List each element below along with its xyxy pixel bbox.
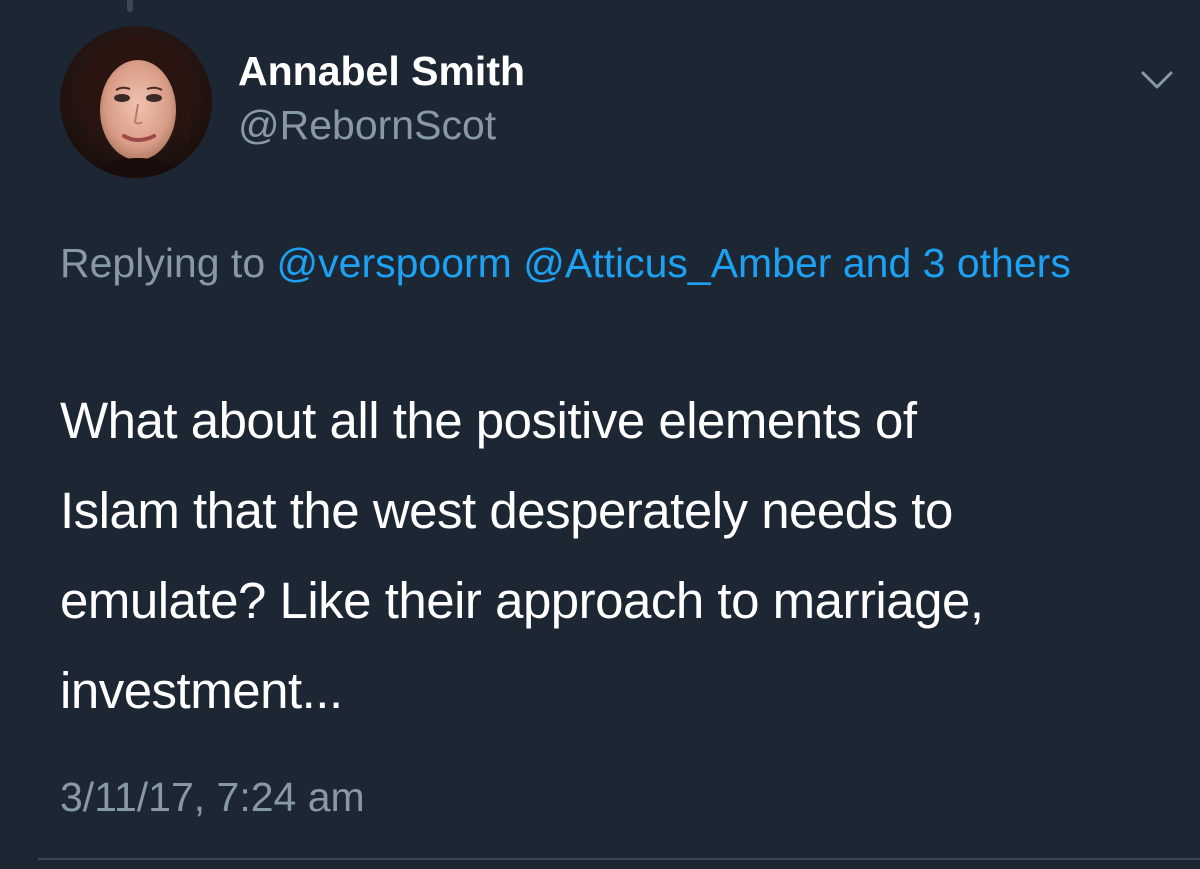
avatar[interactable]: [60, 26, 212, 178]
tweet-line: What about all the positive elements of: [60, 392, 917, 449]
divider: [38, 858, 1200, 860]
mention-link[interactable]: @verspoorm: [277, 240, 512, 286]
profile-photo-icon: [60, 26, 212, 178]
tweet-body: What about all the positive elements of …: [60, 376, 1170, 736]
others-link[interactable]: and 3 others: [843, 240, 1071, 286]
mention-link[interactable]: @Atticus_Amber: [523, 240, 831, 286]
tweet-line: investment...: [60, 662, 343, 719]
tweet-screen: Annabel Smith @RebornScot Replying to @v…: [0, 0, 1200, 869]
top-edge: [0, 0, 1200, 14]
display-name[interactable]: Annabel Smith: [238, 48, 525, 95]
replying-to: Replying to @verspoorm @Atticus_Amber an…: [60, 232, 1150, 294]
tweet-line: emulate? Like their approach to marriage…: [60, 572, 984, 629]
chevron-down-icon[interactable]: [1137, 60, 1177, 100]
replying-to-label: Replying to: [60, 240, 266, 286]
scroll-indicator: [127, 0, 133, 12]
tweet-timestamp[interactable]: 3/11/17, 7:24 am: [60, 774, 365, 821]
tweet-line: Islam that the west desperately needs to: [60, 482, 953, 539]
user-handle[interactable]: @RebornScot: [238, 102, 496, 149]
